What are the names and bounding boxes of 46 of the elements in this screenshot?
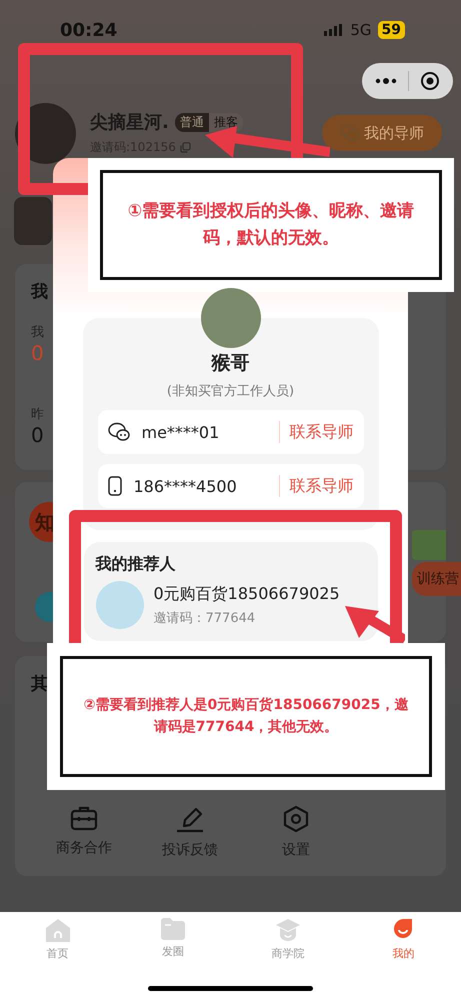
status-time: 00:24	[60, 20, 118, 40]
stat-value: 0	[31, 423, 44, 447]
copy-icon[interactable]	[180, 142, 191, 153]
screen-illustration	[412, 530, 446, 560]
phone-icon	[108, 476, 122, 496]
referrer-title: 我的推荐人	[96, 554, 176, 573]
more-icon[interactable]	[375, 78, 398, 84]
close-icon[interactable]	[420, 71, 440, 91]
section-title: 我	[31, 281, 48, 303]
mentor-note: (非知买官方工作人员)	[166, 383, 294, 400]
referrer-avatar-placeholder	[96, 581, 144, 629]
contact-mentor-link[interactable]: 联系导师	[290, 422, 354, 442]
briefcase-icon[interactable]	[70, 805, 98, 831]
my-mentor-button[interactable]: 我的导师	[322, 115, 442, 151]
annotation-text: ①需要看到授权后的头像、昵称、邀请码，默认的无效。	[126, 200, 416, 250]
promo-banner[interactable]: 训练营	[412, 562, 461, 596]
battery-indicator: 59	[378, 21, 405, 39]
tool-label[interactable]: 投诉反馈	[162, 841, 218, 859]
annotation-text: ②需要看到推荐人是0元购百货18506679025，邀请码是777644，其他无效。	[82, 696, 410, 736]
contact-value: me****01	[142, 422, 220, 442]
signal-icon	[324, 24, 344, 36]
contact-value: 186****4500	[134, 476, 237, 496]
user-tag: 推客	[208, 112, 243, 132]
contact-mentor-link[interactable]: 联系导师	[290, 476, 354, 496]
pencil-icon[interactable]	[176, 805, 204, 833]
home-icon	[44, 918, 71, 942]
capsule-menu[interactable]	[362, 63, 453, 99]
mentor-name: 猴哥	[212, 351, 250, 376]
user-tag: 普通	[174, 112, 209, 132]
nickname: 尖摘星河.	[90, 111, 169, 134]
tab[interactable]: 我的	[346, 918, 461, 961]
network-label: 5G	[350, 21, 372, 39]
referrer-name: 0元购百货18506679025	[154, 584, 340, 604]
tab[interactable]: 商学院	[230, 918, 346, 961]
stat-value: 0	[31, 341, 44, 365]
section-title: 其	[31, 673, 49, 695]
tool-label[interactable]: 商务合作	[56, 839, 112, 857]
chat-icon	[108, 422, 130, 442]
photo-placeholder	[14, 197, 52, 245]
tab[interactable]: 发圈	[115, 918, 230, 961]
folder-icon	[160, 918, 185, 940]
tab[interactable]: 首页	[0, 918, 116, 961]
graduation-cap-icon	[275, 918, 302, 942]
tool-label[interactable]: 设置	[282, 841, 310, 859]
settings-icon[interactable]	[283, 805, 309, 833]
referrer-invite-code: 邀请码：777644	[154, 610, 256, 626]
